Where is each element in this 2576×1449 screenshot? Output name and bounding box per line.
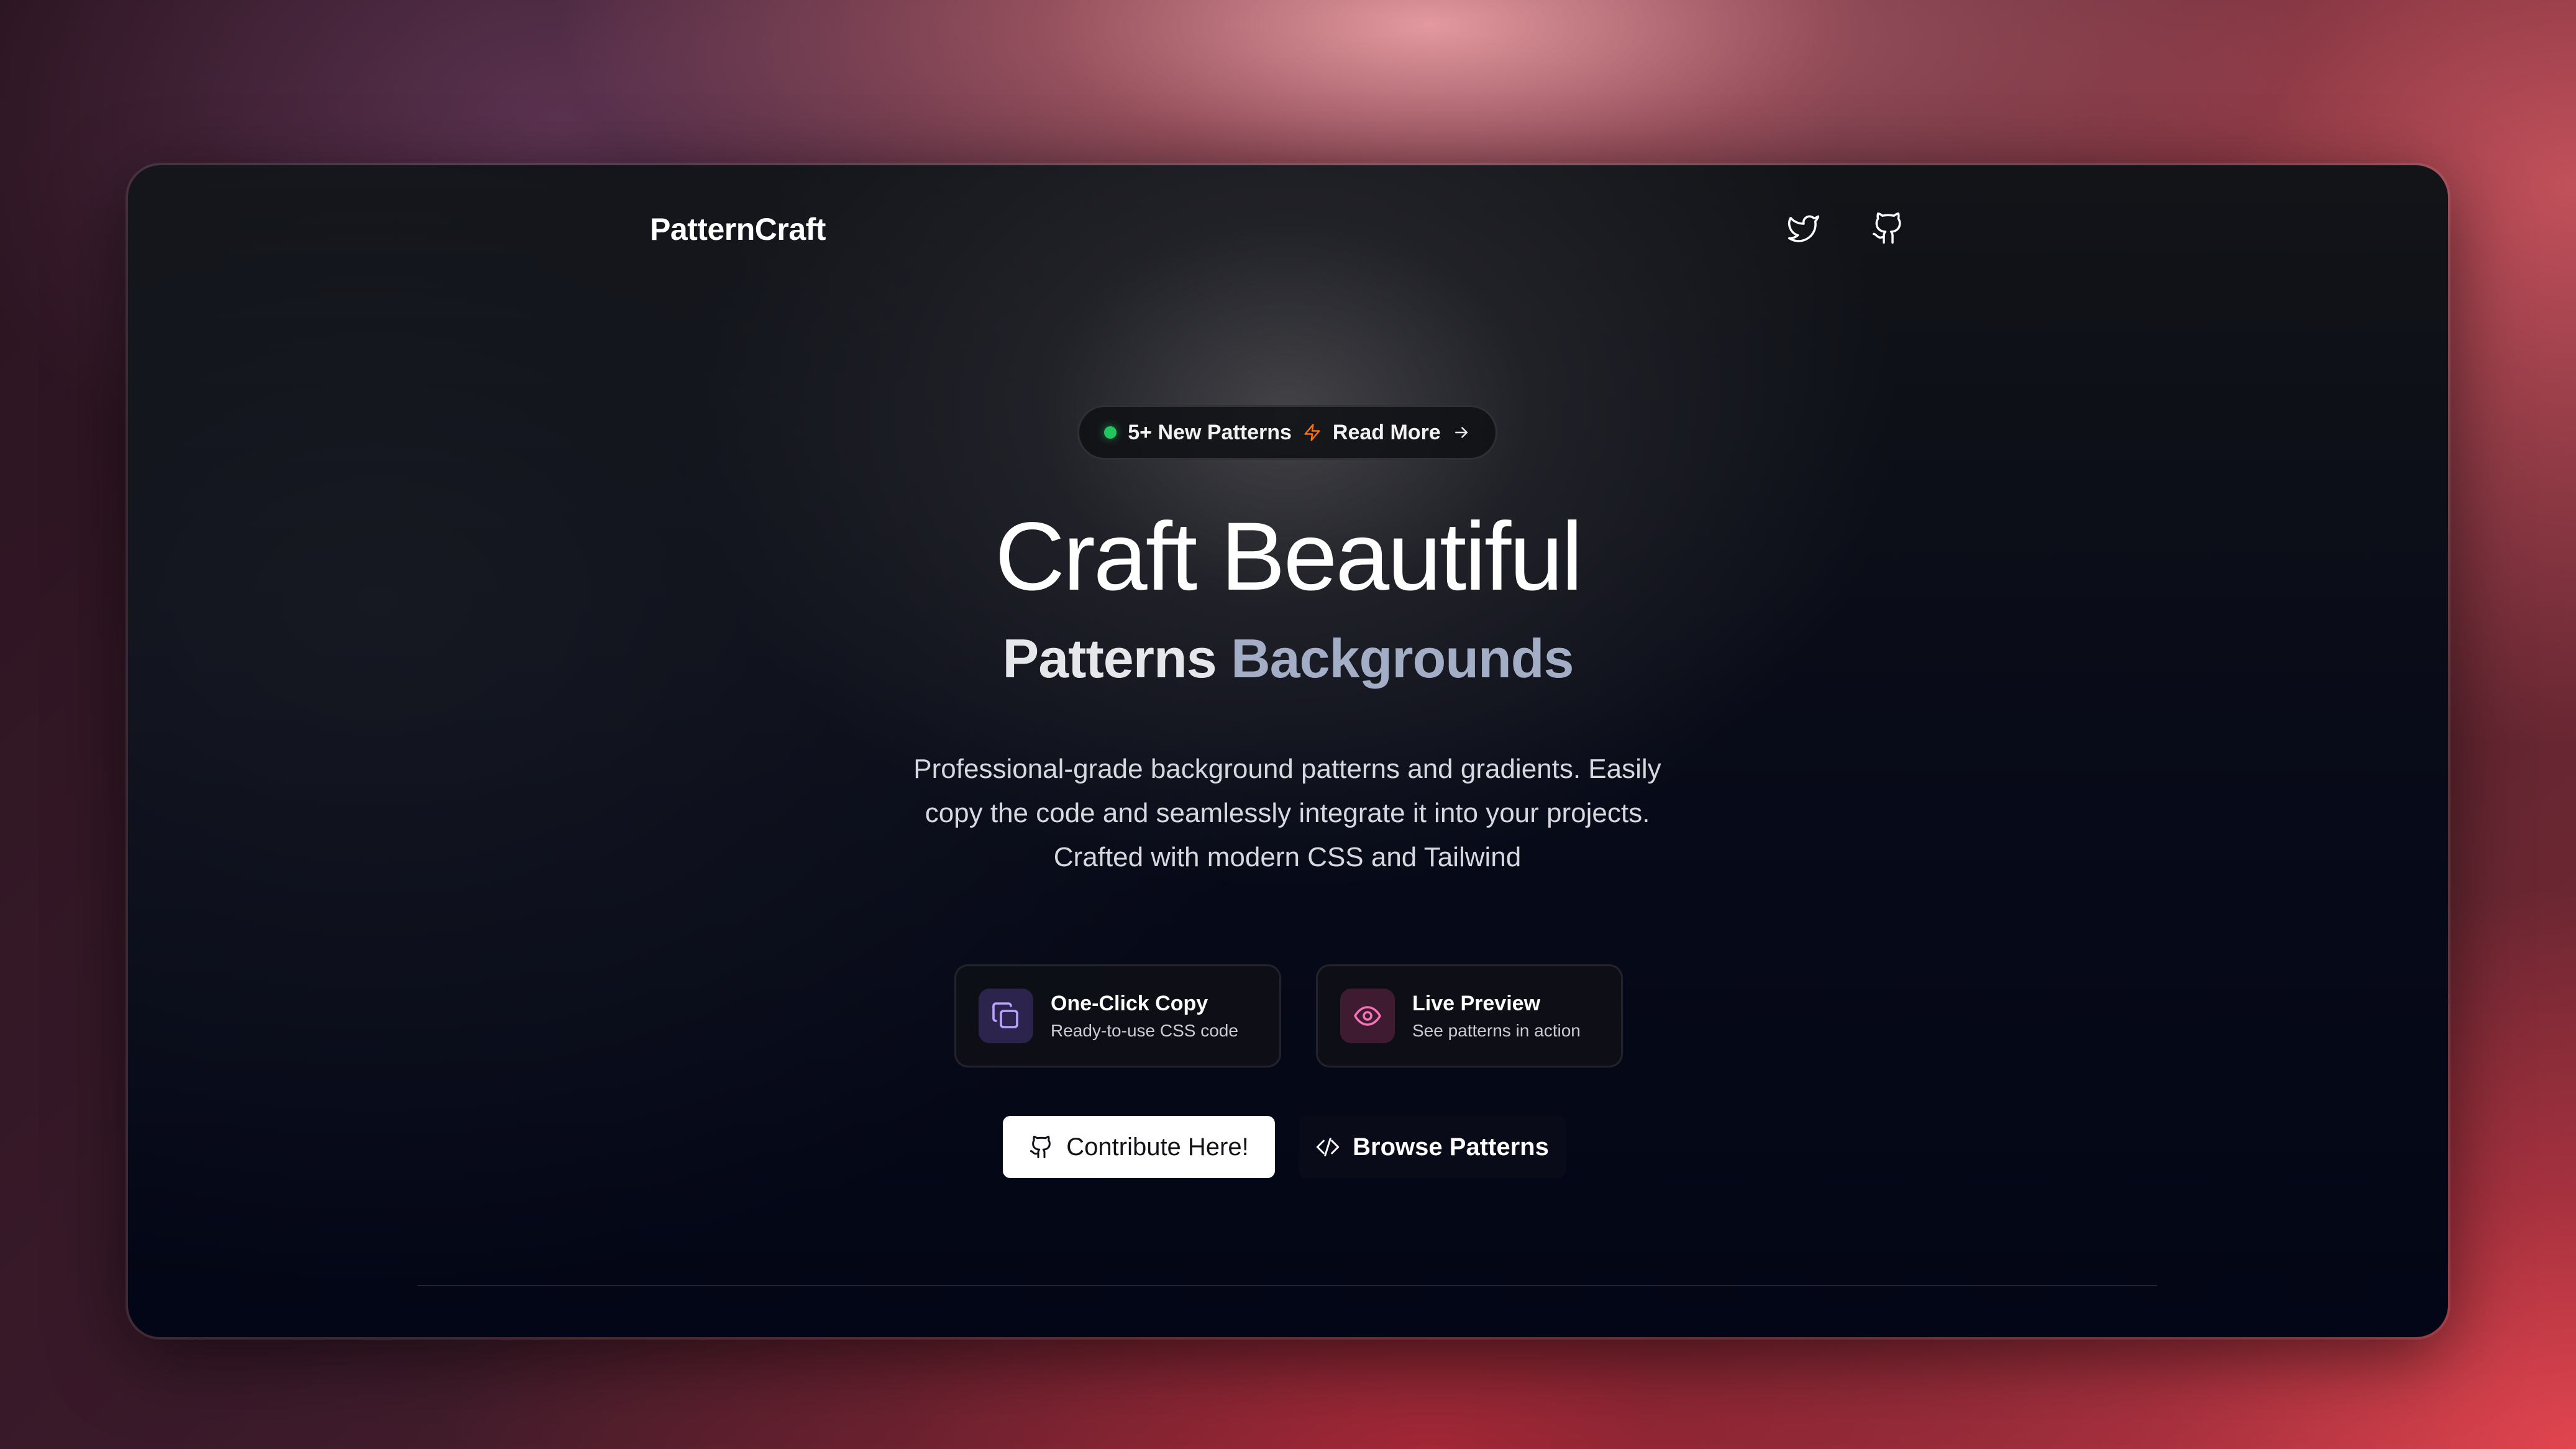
hero-subtitle-accent: Backgrounds	[1231, 628, 1574, 689]
browse-button-label: Browse Patterns	[1353, 1133, 1549, 1161]
hero-title: Craft Beautiful	[995, 503, 1583, 611]
feature-card-preview: Live Preview See patterns in action	[1316, 964, 1623, 1067]
code-icon	[1315, 1135, 1340, 1159]
status-dot	[1104, 426, 1117, 439]
feature-subtitle: See patterns in action	[1412, 1020, 1581, 1040]
copy-icon	[979, 989, 1033, 1043]
read-more-link[interactable]: Read More	[1333, 421, 1441, 445]
github-icon	[1871, 211, 1906, 245]
description-line: Crafted with modern CSS and Tailwind	[1053, 842, 1522, 872]
description-line: Professional-grade background patterns a…	[913, 754, 1661, 784]
description-line: copy the code and seamlessly integrate i…	[925, 798, 1650, 828]
hero-subtitle: Patterns Backgrounds	[128, 631, 2448, 686]
feature-title: Live Preview	[1412, 991, 1541, 1015]
contribute-button-label: Contribute Here!	[1066, 1133, 1249, 1161]
contribute-button[interactable]: Contribute Here!	[1003, 1116, 1275, 1178]
app-window: PatternCraft 5+ New Patterns Read More C…	[128, 165, 2448, 1337]
github-icon	[1029, 1135, 1054, 1159]
hero-subtitle-primary: Patterns	[1002, 628, 1217, 689]
announcement-badge[interactable]: 5+ New Patterns Read More	[1077, 405, 1497, 460]
feature-title: One-Click Copy	[1051, 991, 1208, 1015]
section-divider	[418, 1285, 2157, 1286]
browse-patterns-button[interactable]: Browse Patterns	[1299, 1116, 1566, 1178]
arrow-right-icon	[1452, 423, 1471, 442]
announcement-text: 5+ New Patterns	[1128, 420, 1292, 444]
hero-description: Professional-grade background patterns a…	[790, 747, 1784, 879]
eye-icon	[1340, 989, 1395, 1043]
github-link[interactable]	[1869, 209, 1907, 247]
feature-card-copy: One-Click Copy Ready-to-use CSS code	[954, 964, 1281, 1067]
lightning-icon	[1303, 423, 1322, 442]
twitter-icon	[1786, 211, 1821, 245]
feature-subtitle: Ready-to-use CSS code	[1051, 1020, 1238, 1040]
twitter-link[interactable]	[1784, 209, 1823, 247]
brand-logo[interactable]: PatternCraft	[650, 211, 826, 247]
